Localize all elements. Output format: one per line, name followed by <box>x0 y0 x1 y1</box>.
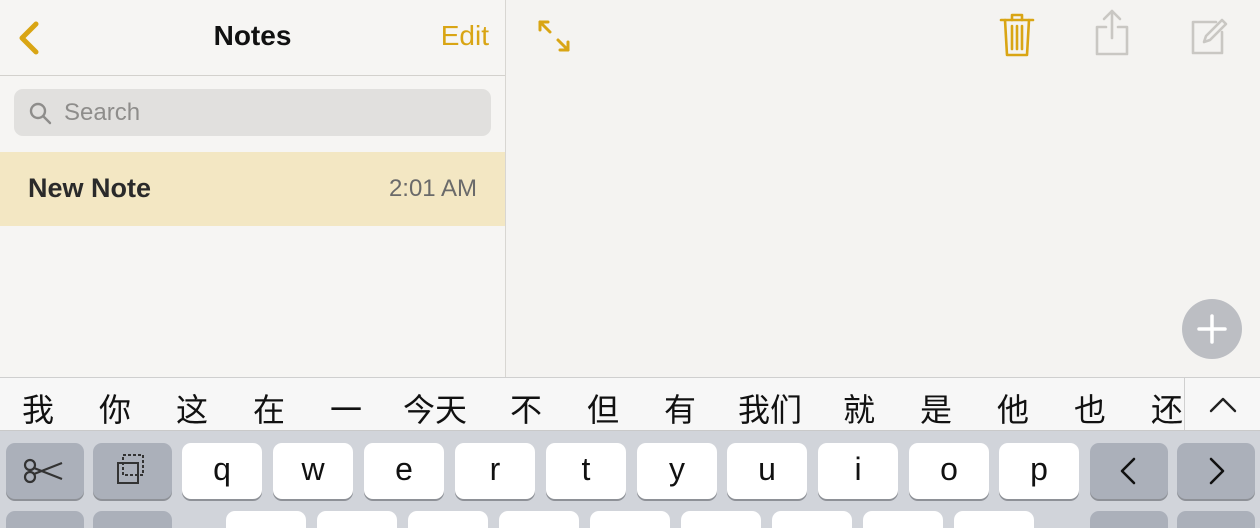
keyboard-key-partial[interactable] <box>499 511 579 528</box>
search-placeholder: Search <box>64 99 141 126</box>
candidate-item[interactable]: 我 <box>22 385 54 430</box>
compose-icon[interactable] <box>1190 16 1230 56</box>
key-y[interactable]: y <box>637 443 717 499</box>
candidate-item[interactable]: 今天 <box>403 385 467 430</box>
keyboard-key-partial[interactable] <box>954 511 1034 528</box>
edit-button[interactable]: Edit <box>441 20 489 52</box>
cursor-left-button[interactable] <box>1090 443 1168 499</box>
key-o[interactable]: o <box>909 443 989 499</box>
key-p[interactable]: p <box>999 443 1079 499</box>
keyboard-key-partial[interactable] <box>772 511 852 528</box>
note-title: New Note <box>28 173 152 203</box>
candidate-item[interactable]: 我们 <box>738 385 802 430</box>
sidebar-navbar: Notes Edit <box>0 0 505 76</box>
keyboard-key-partial[interactable] <box>1090 511 1168 528</box>
key-i[interactable]: i <box>818 443 898 499</box>
candidate-item[interactable]: 是 <box>920 385 952 430</box>
candidate-item[interactable]: 他 <box>997 385 1029 430</box>
chevron-up-icon <box>1209 397 1237 413</box>
keyboard-key-partial[interactable] <box>317 511 397 528</box>
keyboard: q w e r t y u i o p <box>0 431 1260 528</box>
scissors-icon <box>23 458 63 484</box>
notes-app: Notes Edit Search New Note 2:01 AM 我 你 这… <box>0 0 1260 528</box>
note-time: 2:01 AM <box>388 175 477 202</box>
clipboard-button[interactable] <box>6 511 84 528</box>
candidate-bar: 我 你 这 在 一 今天 不 但 有 我们 就 是 他 也 还 <box>0 377 1260 431</box>
candidate-item[interactable]: 也 <box>1074 385 1106 430</box>
keyboard-key-partial[interactable] <box>226 511 306 528</box>
notes-sidebar: Notes Edit Search New Note 2:01 AM <box>0 0 506 377</box>
search-input[interactable]: Search <box>14 89 491 136</box>
key-u[interactable]: u <box>727 443 807 499</box>
candidates-expand-button[interactable] <box>1184 378 1260 430</box>
key-q[interactable]: q <box>182 443 262 499</box>
plus-icon <box>1197 314 1227 344</box>
candidate-item[interactable]: 就 <box>843 385 875 430</box>
keyboard-key-partial[interactable] <box>93 511 172 528</box>
add-button[interactable] <box>1182 299 1242 359</box>
cursor-right-button[interactable] <box>1177 443 1255 499</box>
keyboard-key-partial[interactable] <box>590 511 670 528</box>
search-icon <box>29 102 52 125</box>
key-e[interactable]: e <box>364 443 444 499</box>
candidate-item[interactable]: 你 <box>99 385 131 430</box>
keyboard-key-partial[interactable] <box>863 511 943 528</box>
share-icon[interactable] <box>1092 8 1132 58</box>
copy-icon <box>117 454 144 484</box>
expand-arrows-icon[interactable] <box>536 18 572 54</box>
copy-button[interactable] <box>93 443 172 499</box>
candidate-item[interactable]: 有 <box>664 385 696 430</box>
keyboard-key-partial[interactable] <box>408 511 488 528</box>
key-r[interactable]: r <box>455 443 535 499</box>
note-list-item[interactable]: New Note 2:01 AM <box>0 152 505 226</box>
candidate-item[interactable]: 不 <box>510 385 542 430</box>
candidate-item[interactable]: 还 <box>1151 385 1183 430</box>
cut-button[interactable] <box>6 443 84 499</box>
candidate-item[interactable]: 一 <box>330 385 362 430</box>
keyboard-key-partial[interactable] <box>681 511 761 528</box>
page-title: Notes <box>213 20 292 51</box>
candidate-item[interactable]: 但 <box>587 385 619 430</box>
note-editor[interactable] <box>506 0 1260 377</box>
candidate-item[interactable]: 在 <box>253 385 285 430</box>
key-t[interactable]: t <box>546 443 626 499</box>
chevron-left-icon <box>1120 457 1136 485</box>
keyboard-key-partial[interactable] <box>1177 511 1255 528</box>
chevron-right-icon <box>1209 457 1225 485</box>
key-w[interactable]: w <box>273 443 353 499</box>
trash-icon[interactable] <box>998 12 1036 58</box>
candidate-item[interactable]: 这 <box>176 385 208 430</box>
